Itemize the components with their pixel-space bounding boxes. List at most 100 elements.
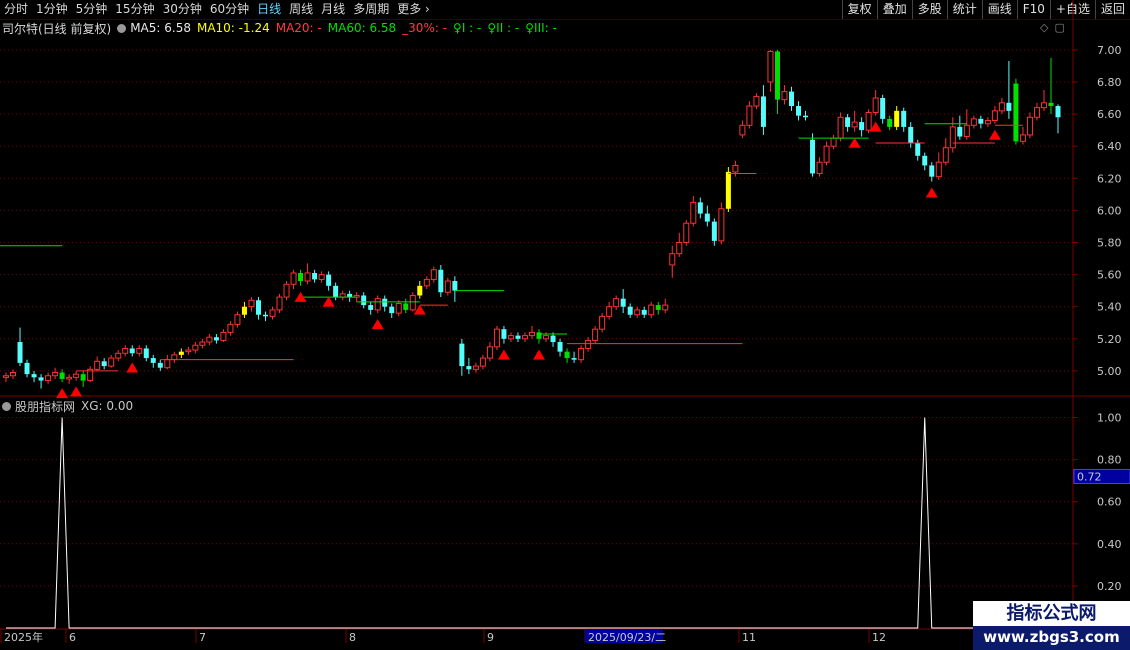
candle-body — [213, 337, 219, 341]
candle-body — [978, 118, 984, 124]
candle-body — [908, 126, 914, 143]
candle-body — [459, 343, 465, 367]
candle-body — [452, 281, 458, 291]
candle-body — [753, 95, 760, 107]
candle-body — [796, 106, 802, 116]
price-tick-label: 6.60 — [1097, 108, 1122, 121]
candle-body — [571, 358, 577, 360]
watermark-title: 指标公式网 — [973, 601, 1130, 626]
candle-body — [395, 302, 402, 314]
candle-body — [620, 298, 626, 307]
price-tick-label: 5.60 — [1097, 269, 1122, 282]
candle-body — [949, 126, 956, 149]
candle-body — [262, 314, 268, 317]
candle-body — [206, 336, 213, 343]
candle-body — [31, 374, 37, 378]
candle-body — [52, 372, 59, 377]
candle-body — [942, 147, 949, 163]
candle-body — [283, 283, 290, 298]
candle-body — [430, 269, 437, 280]
candle-body — [73, 373, 80, 378]
candle-body — [851, 121, 858, 128]
candle-body — [17, 342, 23, 363]
candle-body — [192, 344, 199, 351]
candle-body — [374, 298, 381, 311]
candle-body — [935, 161, 942, 178]
candle-body — [781, 91, 788, 101]
candle-body — [507, 335, 514, 340]
time-label: 11 — [742, 631, 756, 644]
candle-body — [894, 110, 900, 127]
candle-body — [269, 309, 276, 317]
price-tick-label: 6.40 — [1097, 140, 1122, 153]
candle-body — [444, 280, 451, 293]
price-tick-label: 6.00 — [1097, 204, 1122, 217]
xg-line — [6, 417, 1058, 629]
candle-body — [227, 323, 234, 333]
candle-body — [536, 332, 542, 339]
candle-body — [922, 155, 928, 166]
time-label: 6 — [69, 631, 76, 644]
candle-body — [472, 365, 479, 370]
candle-body — [1055, 106, 1061, 118]
candle-body — [1048, 102, 1054, 107]
candle-body — [578, 347, 585, 361]
candle-body — [816, 161, 823, 174]
candle-body — [880, 98, 886, 119]
candle-body — [101, 361, 107, 367]
candle-body — [403, 303, 409, 310]
candle-body — [803, 115, 809, 118]
candle-body — [872, 97, 879, 113]
candle-body — [290, 272, 297, 285]
buy-signal-marker — [322, 296, 335, 307]
price-tick-label: 5.00 — [1097, 365, 1122, 378]
candle-body — [998, 102, 1005, 112]
candle-body — [150, 358, 156, 363]
candle-body — [915, 142, 921, 156]
candle-body — [479, 357, 486, 367]
indicator-tick-label: 0.40 — [1097, 538, 1122, 551]
candle-body — [767, 50, 774, 83]
candle-body — [115, 352, 122, 359]
time-label: 7 — [199, 631, 206, 644]
candle-body — [486, 346, 493, 359]
candle-body — [276, 296, 283, 311]
candle-body — [241, 306, 247, 315]
buy-signal-marker — [533, 349, 546, 360]
candle-body — [704, 213, 710, 222]
candle-body — [963, 124, 970, 138]
candle-body — [746, 105, 753, 126]
candle-body — [304, 272, 311, 282]
buy-signal-marker — [371, 319, 384, 330]
candle-body — [725, 171, 731, 209]
candle-body — [143, 348, 149, 359]
candle-body — [234, 314, 241, 325]
candle-body — [178, 351, 184, 355]
candle-body — [529, 331, 535, 337]
candle-body — [333, 285, 339, 298]
candle-body — [613, 298, 620, 308]
candle-body — [129, 348, 135, 354]
candle-body — [199, 341, 206, 346]
candle-body — [788, 91, 794, 107]
candle-body — [592, 328, 599, 341]
candle-body — [1040, 102, 1047, 109]
candle-body — [45, 375, 52, 382]
candle-body — [164, 359, 171, 369]
candle-body — [711, 221, 717, 241]
candle-body — [157, 362, 163, 368]
candle-body — [739, 124, 746, 136]
candle-body — [312, 272, 318, 280]
candle-body — [361, 295, 367, 306]
candle-body — [550, 335, 556, 343]
candle-body — [409, 294, 416, 311]
candle-body — [417, 285, 423, 296]
chart-canvas[interactable]: 5.00 5.20 5.40 5.60 5.80 6.00 6.20 6.40 6.60 6.80… — [0, 0, 1130, 650]
buy-signal-marker — [988, 129, 1001, 140]
candle-body — [648, 304, 655, 316]
candle-body — [1026, 116, 1033, 136]
buy-signal-marker — [925, 187, 938, 198]
candle-body — [970, 118, 977, 126]
price-tick-label: 7.00 — [1097, 44, 1122, 57]
candle-body — [683, 222, 690, 243]
